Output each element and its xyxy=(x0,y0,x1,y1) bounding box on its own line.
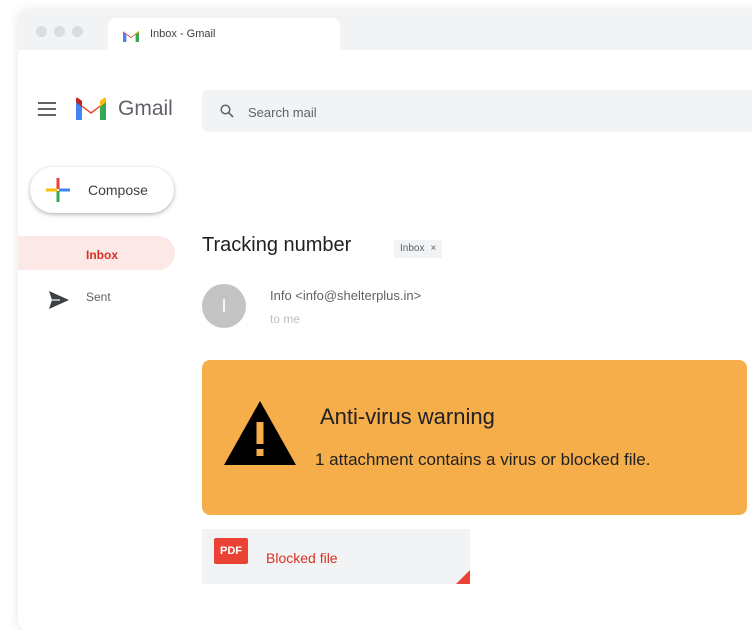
inbox-label-chip[interactable]: Inbox × xyxy=(394,240,443,258)
warning-title: Anti-virus warning xyxy=(320,404,495,429)
pdf-icon: PDF xyxy=(214,538,248,564)
browser-window: Inbox - Gmail Gmail Compose Inbox xyxy=(18,10,752,630)
gmail-logo-icon[interactable] xyxy=(74,96,108,122)
window-maximize-dot[interactable] xyxy=(72,26,83,37)
attachment-label: Blocked file xyxy=(266,550,338,566)
attachment-corner-icon xyxy=(456,570,470,584)
warning-text: 1 attachment contains a virus or blocked… xyxy=(315,450,651,469)
sender-avatar[interactable]: I xyxy=(202,284,246,328)
app-name: Gmail xyxy=(118,97,173,120)
send-icon xyxy=(49,291,69,309)
browser-titlebar: Inbox - Gmail xyxy=(18,10,752,52)
browser-tab[interactable]: Inbox - Gmail xyxy=(108,18,340,52)
sender-address: Info <info@shelterplus.in> xyxy=(270,288,422,303)
search-icon[interactable] xyxy=(220,104,234,118)
antivirus-warning-banner: Anti-virus warning 1 attachment contains… xyxy=(202,360,747,515)
compose-plus-icon xyxy=(46,178,70,202)
menu-icon[interactable] xyxy=(38,102,56,116)
recipient-label[interactable]: to me xyxy=(270,312,300,326)
sidebar-item-label: Sent xyxy=(86,290,111,304)
chip-close-icon[interactable]: × xyxy=(430,243,436,254)
search-bar[interactable] xyxy=(202,90,752,132)
warning-triangle-icon xyxy=(224,401,296,465)
sidebar-item-inbox[interactable]: Inbox xyxy=(18,236,175,270)
attachment-card[interactable]: PDF Blocked file xyxy=(202,529,470,584)
sidebar-item-label: Inbox xyxy=(86,248,118,262)
label-chip-text: Inbox xyxy=(400,243,425,254)
gmail-logo-icon xyxy=(123,30,139,42)
sidebar-item-sent[interactable]: Sent xyxy=(18,284,175,318)
window-close-dot[interactable] xyxy=(36,26,47,37)
compose-label: Compose xyxy=(88,182,148,198)
message-subject: Tracking number xyxy=(202,234,352,256)
search-input[interactable] xyxy=(246,102,550,122)
compose-button[interactable]: Compose xyxy=(30,167,174,213)
window-minimize-dot[interactable] xyxy=(54,26,65,37)
tab-title: Inbox - Gmail xyxy=(150,28,216,40)
